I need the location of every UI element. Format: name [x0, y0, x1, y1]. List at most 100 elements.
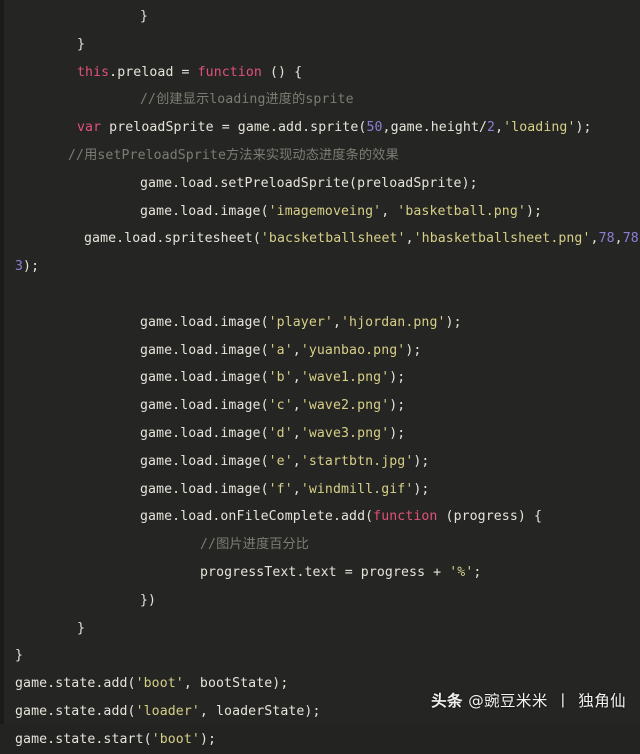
code-token: ,	[614, 231, 623, 247]
code-token: );	[413, 453, 430, 469]
code-token: game.load.image(	[140, 425, 269, 441]
watermark-separator: 丨	[555, 692, 571, 710]
code-token: 'player'	[268, 314, 333, 330]
code-token: , bootState);	[183, 676, 289, 692]
code-token: '%'	[449, 564, 474, 580]
code-token: //创建显示loading进度的sprite	[140, 92, 354, 108]
code-token: game.load.onFileComplete.add(	[140, 509, 374, 525]
code-token: game.state.add(	[15, 676, 136, 692]
code-token: this	[77, 64, 110, 80]
code-token: 'a'	[268, 342, 293, 358]
code-token: );	[389, 425, 406, 441]
code-line: this.preload = function () {	[0, 59, 640, 87]
code-line: }	[0, 3, 640, 31]
code-line: game.load.image('f','windmill.gif');	[0, 476, 640, 504]
code-token: game.load.image(	[140, 370, 269, 386]
code-line: game.load.image('d','wave3.png');	[0, 420, 640, 448]
code-line: game.load.onFileComplete.add(function (p…	[0, 503, 640, 531]
code-token: 'bacsketballsheet'	[260, 231, 406, 247]
code-line: game.state.start('boot');	[0, 726, 640, 754]
watermark-handle: @豌豆米米	[468, 692, 548, 710]
code-token: 2	[487, 120, 496, 136]
code-block[interactable]: }} this.preload = function () { //创建显示load…	[0, 0, 640, 754]
code-token: //图片进度百分比	[200, 537, 310, 553]
code-token: );	[525, 203, 543, 219]
code-token: ,	[292, 398, 301, 414]
code-line: progressText.text = progress + '%';	[0, 559, 640, 587]
code-line: game.load.image('player','hjordan.png');	[0, 309, 640, 337]
code-token: ,	[292, 342, 301, 358]
watermark-brand: 头条	[431, 692, 463, 710]
code-token: , loaderState);	[199, 703, 321, 719]
code-line: game.load.image('c','wave2.png');	[0, 392, 640, 420]
code-line: }	[0, 31, 640, 59]
code-token: 'b'	[268, 370, 293, 386]
code-line: game.load.setPreloadSprite(preloadSprite…	[0, 170, 640, 198]
code-token: 'f'	[268, 481, 293, 497]
code-line: game.load.image('imagemoveing', 'basketb…	[0, 198, 640, 226]
code-token: );	[413, 481, 430, 497]
code-token: ,	[495, 120, 504, 136]
code-token: 'wave3.png'	[300, 425, 390, 441]
watermark-author: 独角仙	[578, 692, 626, 710]
code-line: })	[0, 587, 640, 615]
code-token: 'startbtn.jpg'	[300, 453, 414, 469]
code-token: );	[389, 370, 406, 386]
code-token: 'hjordan.png'	[341, 314, 446, 330]
code-token: game.load.image(	[140, 342, 269, 358]
code-screenshot: }} this.preload = function () { //创建显示load…	[0, 0, 640, 747]
code-token: game.state.start(	[15, 731, 152, 747]
code-token: game.state.add(	[15, 703, 136, 719]
code-token: 'boot'	[135, 676, 184, 692]
code-token: 'loading'	[503, 120, 576, 136]
code-token: ,	[292, 425, 301, 441]
code-token: 'yuanbao.png'	[300, 342, 406, 358]
watermark: 头条 @豌豆米米 丨 独角仙	[431, 689, 626, 711]
code-token: 'e'	[268, 453, 293, 469]
code-token: 'd'	[268, 425, 293, 441]
code-token: ,	[381, 203, 398, 219]
code-line: game.load.spritesheet('bacsketballsheet'…	[0, 225, 640, 253]
code-token: 'imagemoveing'	[268, 203, 382, 219]
code-token: var	[77, 120, 102, 136]
code-token: .preload =	[109, 64, 198, 80]
code-token: 78	[622, 231, 639, 247]
code-token: }	[15, 648, 24, 664]
code-token: 'boot'	[151, 731, 200, 747]
code-token: 'wave2.png'	[300, 398, 390, 414]
code-token: function	[373, 509, 438, 525]
code-token: game.load.spritesheet(	[84, 231, 261, 247]
code-token: 50	[366, 120, 383, 136]
code-token: 78	[598, 231, 615, 247]
code-line: game.load.image('b','wave1.png');	[0, 364, 640, 392]
code-token: );	[23, 259, 40, 275]
code-line: //图片进度百分比	[0, 531, 640, 559]
code-token: ,	[292, 370, 301, 386]
code-token: game.load.image(	[140, 203, 269, 219]
code-token: ,	[292, 453, 301, 469]
code-token: 'windmill.gif'	[300, 481, 414, 497]
code-token: 'c'	[268, 398, 293, 414]
code-token: //用setPreloadSprite方法来实现动态进度条的效果	[68, 147, 399, 163]
code-token: })	[140, 592, 157, 608]
code-token: ,	[332, 314, 342, 330]
code-token: }	[77, 36, 86, 52]
code-line: //创建显示loading进度的sprite	[0, 86, 640, 114]
code-line: game.load.image('a','yuanbao.png');	[0, 337, 640, 365]
code-token: game.load.setPreloadSprite(preloadSprite…	[140, 175, 478, 191]
code-token: ,	[590, 231, 599, 247]
code-token: () {	[261, 64, 303, 80]
code-token: 'hbasketballsheet.png'	[413, 231, 591, 247]
code-token: 'loader'	[135, 703, 200, 719]
code-token: }	[140, 9, 149, 24]
code-token: }	[77, 620, 86, 636]
code-token: game.load.image(	[140, 453, 269, 469]
code-line: 3);	[0, 253, 640, 281]
code-line: //用setPreloadSprite方法来实现动态进度条的效果	[0, 142, 640, 170]
code-token: function	[197, 64, 262, 80]
code-token: ,	[292, 481, 301, 497]
code-token: );	[445, 314, 462, 330]
code-token: game.load.image(	[140, 398, 269, 414]
code-token: game.load.image(	[140, 481, 269, 497]
